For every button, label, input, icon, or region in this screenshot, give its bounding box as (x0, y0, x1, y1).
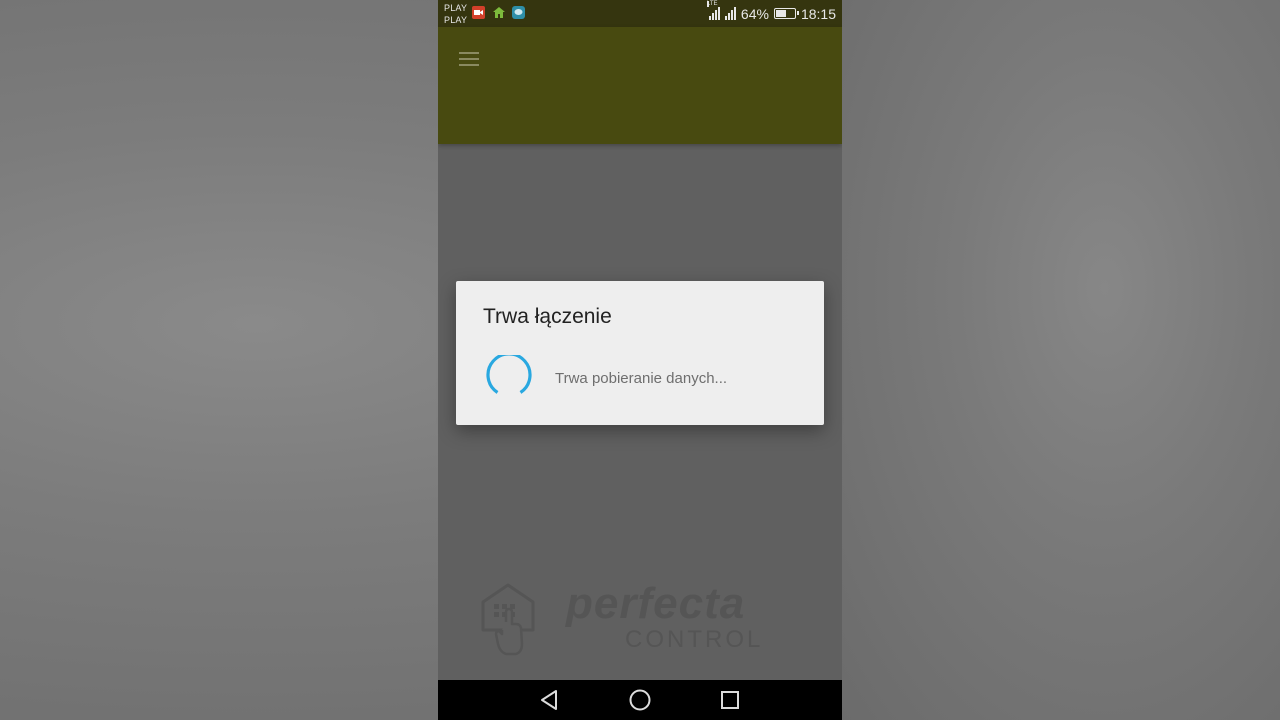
house-keypad-touch-icon (481, 583, 535, 656)
dialog-title: Trwa łączenie (483, 305, 612, 328)
back-icon[interactable] (538, 688, 562, 712)
background-right (842, 0, 1280, 720)
status-right-group: LTE 64% 18:15 (706, 0, 836, 27)
home-notification-icon (492, 6, 505, 19)
battery-icon (773, 8, 799, 19)
logo-subtitle: CONTROL (625, 626, 764, 653)
recents-icon[interactable] (718, 688, 742, 712)
carrier-line-1: PLAY (444, 3, 468, 13)
battery-level-fill (775, 10, 786, 17)
status-bar: PLAY PLAY LTE 64% 18:15 (438, 0, 842, 27)
lte-signal-icon: LTE (706, 1, 720, 20)
camera-notification-icon (472, 6, 485, 19)
app-toolbar (438, 27, 842, 144)
navigation-bar (438, 680, 842, 720)
home-icon[interactable] (628, 688, 652, 712)
logo-wordmark: perfecta (566, 579, 746, 628)
battery-percent: 64% (740, 5, 769, 22)
hamburger-menu-icon[interactable] (459, 51, 479, 67)
carrier-line-2: PLAY (444, 15, 468, 25)
signal-strength-icon (724, 7, 736, 20)
perfecta-control-logo: perfecta CONTROL (478, 580, 818, 660)
carrier-label: PLAY PLAY (444, 2, 467, 26)
chat-notification-icon (512, 6, 525, 19)
dialog-message: Trwa pobieranie danych... (555, 370, 728, 387)
loading-spinner-icon (486, 355, 532, 394)
network-type-label: LTE (706, 1, 718, 7)
connecting-dialog: Trwa łączenie Trwa pobieranie danych... (456, 281, 824, 425)
clock: 18:15 (800, 5, 836, 22)
